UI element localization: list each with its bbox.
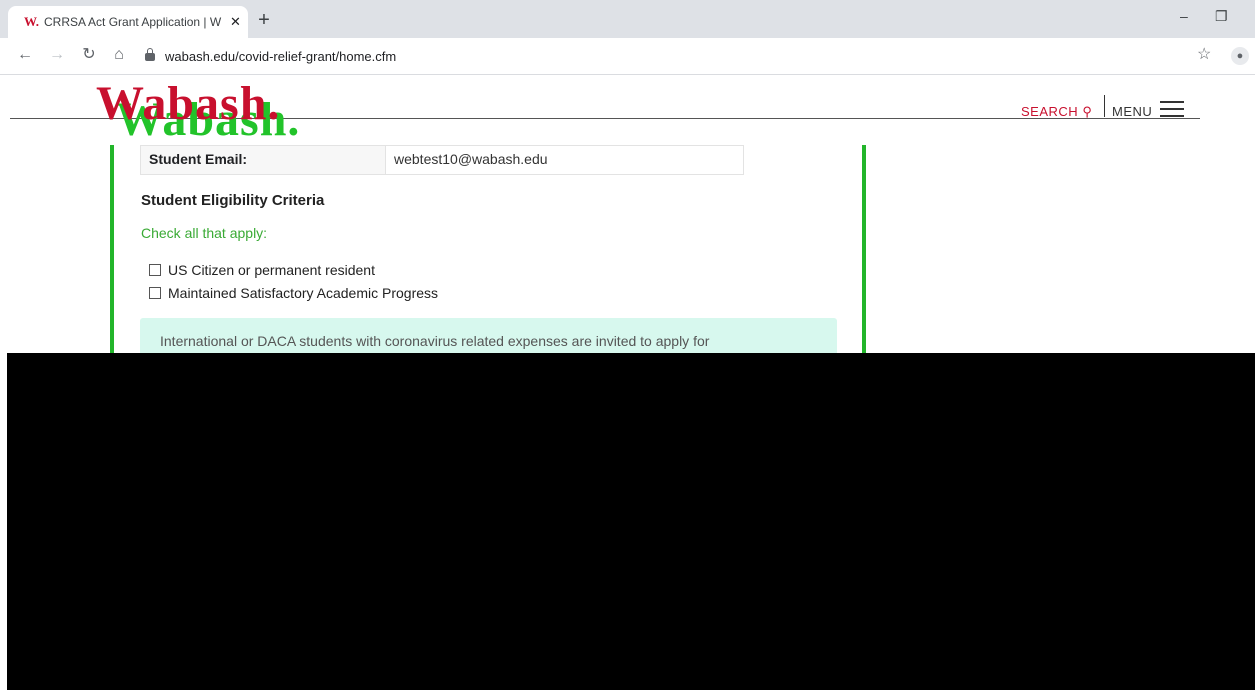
- search-icon: ⚲: [1082, 104, 1093, 119]
- close-tab-icon[interactable]: ✕: [230, 14, 241, 30]
- profile-avatar-icon[interactable]: ●: [1231, 47, 1249, 65]
- new-tab-button[interactable]: +: [252, 8, 276, 32]
- browser-toolbar: ← → ↻ ⌂ wabash.edu/covid-relief-grant/ho…: [0, 38, 1255, 75]
- restore-window-icon[interactable]: ❐: [1215, 8, 1228, 25]
- menu-button[interactable]: MENU: [1112, 104, 1152, 119]
- address-bar[interactable]: wabash.edu/covid-relief-grant/home.cfm: [145, 43, 1185, 69]
- hamburger-menu-icon[interactable]: [1160, 101, 1184, 122]
- minimize-icon[interactable]: –: [1180, 8, 1188, 24]
- international-daca-notice: International or DACA students with coro…: [140, 318, 837, 358]
- wabash-favicon-icon: W.: [24, 14, 40, 29]
- student-email-row: Student Email: webtest10@wabash.edu: [140, 145, 744, 175]
- redacted-region: [7, 353, 1255, 690]
- us-citizen-label: US Citizen or permanent resident: [168, 262, 375, 278]
- check-all-hint: Check all that apply:: [141, 225, 268, 241]
- reload-button[interactable]: ↻: [78, 44, 100, 66]
- bookmark-star-icon[interactable]: ☆: [1197, 44, 1211, 64]
- academic-progress-checkbox[interactable]: [149, 287, 161, 299]
- search-link[interactable]: SEARCH ⚲: [1021, 104, 1092, 120]
- browser-tab-bar: W. CRRSA Act Grant Application | W ✕ + –…: [0, 0, 1255, 38]
- criteria-academic-progress[interactable]: Maintained Satisfactory Academic Progres…: [149, 285, 438, 301]
- tab-title: CRRSA Act Grant Application | W: [44, 15, 222, 29]
- url-text: wabash.edu/covid-relief-grant/home.cfm: [165, 48, 397, 64]
- student-email-value: webtest10@wabash.edu: [394, 151, 548, 167]
- menu-label: MENU: [1112, 104, 1153, 119]
- lock-icon[interactable]: [145, 48, 155, 61]
- search-label: SEARCH: [1021, 104, 1079, 119]
- us-citizen-checkbox[interactable]: [149, 264, 161, 276]
- home-button[interactable]: ⌂: [108, 44, 130, 66]
- criteria-us-citizen[interactable]: US Citizen or permanent resident: [149, 262, 375, 278]
- grant-application-form: Student Email: webtest10@wabash.edu Stud…: [110, 145, 866, 358]
- browser-tab[interactable]: W. CRRSA Act Grant Application | W ✕: [8, 6, 248, 38]
- logo-text: Wabash.: [96, 77, 281, 130]
- eligibility-section-title: Student Eligibility Criteria: [141, 192, 325, 209]
- student-email-label: Student Email:: [141, 146, 386, 174]
- forward-button[interactable]: →: [46, 44, 68, 66]
- header-separator: [1104, 95, 1105, 117]
- back-button[interactable]: ←: [14, 44, 36, 66]
- academic-progress-label: Maintained Satisfactory Academic Progres…: [168, 285, 439, 301]
